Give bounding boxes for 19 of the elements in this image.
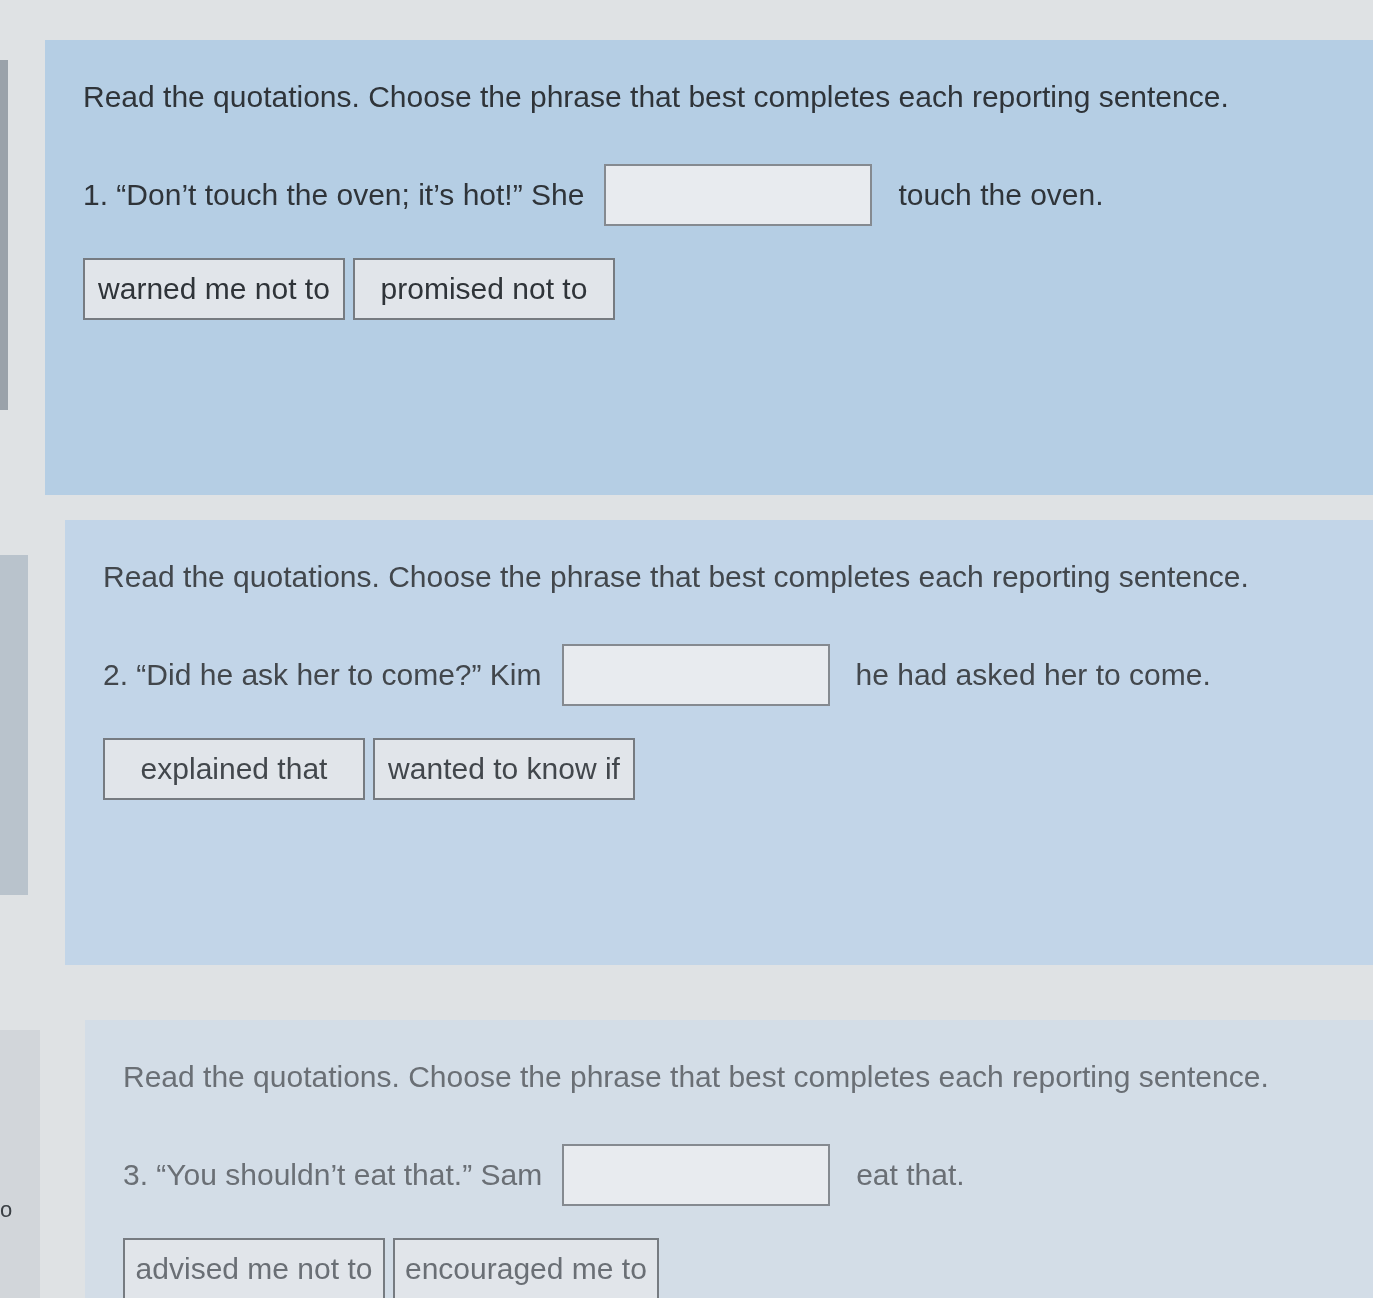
answer-box[interactable] [561,644,830,706]
answer-option[interactable]: warned me not to [83,258,345,320]
instruction-text: Read the quotations. Choose the phrase that best completes each reporting sentence. [103,559,1250,595]
question-prompt: 2. “Did he ask her to come?” Kim [103,657,542,693]
answer-box[interactable] [562,1144,831,1206]
answer-option[interactable]: promised not to [353,258,615,320]
answer-option[interactable]: encouraged me to [393,1238,659,1298]
sentence-ending: touch the oven. [898,177,1104,213]
answer-box[interactable] [604,164,873,226]
sidebar-text: o [0,1198,13,1222]
sentence-ending: eat that. [856,1157,965,1193]
question-prompt: 1. “Don’t touch the oven; it’s hot!” She [83,177,585,213]
answer-option[interactable]: advised me not to [123,1238,385,1298]
instruction-text: Read the quotations. Choose the phrase that best completes each reporting sentence. [123,1059,1270,1095]
sentence-ending: he had asked her to come. [855,657,1211,693]
answer-option[interactable]: wanted to know if [373,738,635,800]
question-prompt: 3. “You shouldn’t eat that.” Sam [123,1157,543,1193]
instruction-text: Read the quotations. Choose the phrase that best completes each reporting sentence. [83,79,1230,115]
answer-option[interactable]: explained that [103,738,365,800]
